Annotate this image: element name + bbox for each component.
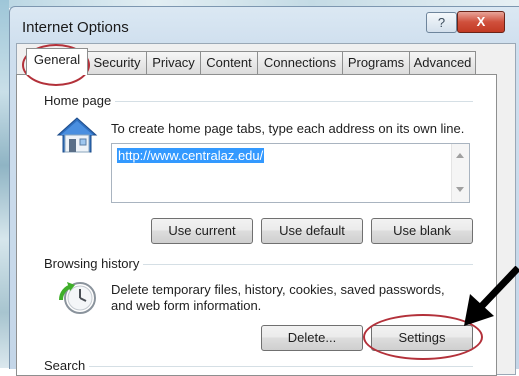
- use-default-button[interactable]: Use default: [261, 218, 363, 244]
- url-field-scrollbar[interactable]: [451, 144, 469, 202]
- home-page-url-field[interactable]: http://www.centralaz.edu/: [111, 143, 470, 203]
- scroll-up-icon[interactable]: [456, 153, 464, 158]
- help-button[interactable]: ?: [426, 12, 457, 33]
- tab-advanced[interactable]: Advanced: [409, 51, 476, 74]
- home-page-instruction: To create home page tabs, type each addr…: [111, 121, 465, 136]
- pointer-arrow-icon: [464, 266, 519, 326]
- delete-button[interactable]: Delete...: [261, 325, 363, 351]
- house-icon: [56, 117, 98, 153]
- tab-general[interactable]: General: [26, 48, 88, 75]
- browsing-history-heading: Browsing history: [44, 256, 144, 271]
- home-page-url-text: http://www.centralaz.edu/: [117, 148, 265, 163]
- browsing-history-description-line1: Delete temporary files, history, cookies…: [111, 282, 445, 297]
- tab-privacy[interactable]: Privacy: [146, 51, 201, 74]
- scroll-down-icon[interactable]: [456, 187, 464, 192]
- tab-programs[interactable]: Programs: [342, 51, 410, 74]
- tab-security[interactable]: Security: [87, 51, 147, 74]
- use-current-button[interactable]: Use current: [151, 218, 253, 244]
- search-heading: Search: [44, 358, 90, 373]
- close-button[interactable]: X: [457, 11, 505, 33]
- tab-connections[interactable]: Connections: [257, 51, 343, 74]
- search-group-line: [44, 366, 473, 367]
- browsing-history-description-line2: and web form information.: [111, 298, 262, 313]
- use-blank-button[interactable]: Use blank: [371, 218, 473, 244]
- tab-content[interactable]: Content: [200, 51, 258, 74]
- history-clock-icon: [59, 282, 96, 314]
- window-title: Internet Options: [22, 19, 129, 36]
- desktop-background-edge: [0, 0, 9, 368]
- home-page-heading: Home page: [44, 93, 116, 108]
